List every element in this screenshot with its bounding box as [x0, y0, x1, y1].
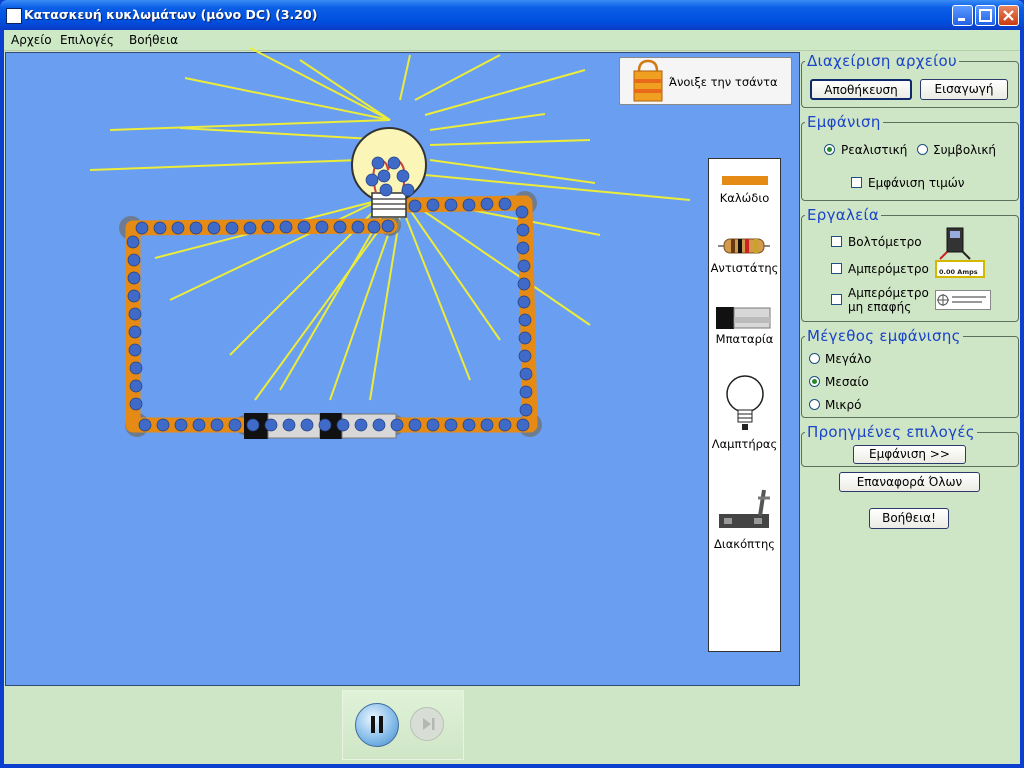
realistic-label[interactable]: Ρεαλιστική	[841, 143, 907, 157]
advanced-panel-title: Προηγμένες επιλογές	[807, 423, 975, 441]
show-values-label[interactable]: Εμφάνιση τιμών	[868, 176, 965, 190]
bag-icon	[633, 59, 663, 102]
toolbox-bulb-label[interactable]: Λαμπτήρας	[708, 437, 781, 451]
minimize-button[interactable]	[952, 5, 973, 26]
pause-icon	[371, 716, 383, 733]
noncontact-ammeter-label-line1: Αμπερόμετρο	[848, 286, 929, 300]
maximize-button[interactable]	[975, 5, 996, 26]
size-small-radio[interactable]	[809, 399, 820, 410]
help-button[interactable]: Βοήθεια!	[869, 508, 949, 529]
save-button[interactable]: Αποθήκευση	[810, 79, 912, 100]
advanced-show-button[interactable]: Εμφάνιση >>	[853, 445, 966, 464]
step-button[interactable]	[410, 707, 444, 741]
voltmeter-checkbox[interactable]	[831, 236, 842, 247]
size-medium-label[interactable]: Μεσαίο	[825, 375, 869, 389]
view-panel-title: Εμφάνιση	[807, 113, 881, 131]
wires	[125, 195, 538, 433]
open-bag-label: Άνοιξε την τσάντα	[669, 75, 778, 89]
close-button[interactable]	[998, 5, 1019, 26]
reset-all-button[interactable]: Επαναφορά Όλων	[839, 472, 980, 492]
load-button[interactable]: Εισαγωγή	[920, 79, 1008, 100]
noncontact-ammeter-checkbox[interactable]	[831, 294, 842, 305]
size-large-radio[interactable]	[809, 353, 820, 364]
wire-icon[interactable]	[722, 176, 768, 185]
noncontact-ammeter-icon	[935, 290, 991, 310]
tools-panel-title: Εργαλεία	[807, 206, 880, 224]
step-forward-icon	[423, 718, 435, 730]
noncontact-ammeter-label-line2: μη επαφής	[848, 300, 912, 314]
ammeter-label[interactable]: Αμπερόμετρο	[848, 262, 929, 276]
schematic-label[interactable]: Συμβολική	[933, 143, 996, 157]
noncontact-ammeter-label[interactable]: Αμπερόμετρο μη επαφής	[848, 286, 929, 314]
size-large-label[interactable]: Μεγάλο	[825, 352, 871, 366]
toolbox-battery-label[interactable]: Μπαταρία	[708, 332, 781, 346]
ammeter-icon: 0.00 Amps	[935, 260, 985, 278]
realistic-radio[interactable]	[824, 144, 835, 155]
ammeter-readout: 0.00 Amps	[939, 268, 978, 276]
toolbox-wire-label[interactable]: Καλώδιο	[708, 191, 781, 205]
minimize-icon	[958, 18, 965, 21]
toolbox-switch-label[interactable]: Διακόπτης	[708, 537, 781, 551]
maximize-icon	[979, 9, 992, 22]
ammeter-checkbox[interactable]	[831, 263, 842, 274]
size-small-label[interactable]: Μικρό	[825, 398, 861, 412]
bulb-icon[interactable]	[723, 374, 767, 434]
close-icon	[1003, 10, 1014, 21]
file-panel-title: Διαχείριση αρχείου	[807, 52, 957, 70]
switch-icon[interactable]	[716, 484, 772, 534]
size-medium-radio[interactable]	[809, 376, 820, 387]
voltmeter-icon	[939, 227, 971, 260]
voltmeter-label[interactable]: Βολτόμετρο	[848, 235, 922, 249]
toolbox-resistor-label[interactable]: Αντιστάτης	[708, 261, 781, 275]
resistor-icon[interactable]	[718, 237, 770, 255]
size-panel-title: Μέγεθος εμφάνισης	[807, 327, 961, 345]
show-values-checkbox[interactable]	[851, 177, 862, 188]
battery-icon[interactable]	[716, 306, 772, 330]
schematic-radio[interactable]	[917, 144, 928, 155]
pause-button[interactable]	[355, 703, 399, 747]
